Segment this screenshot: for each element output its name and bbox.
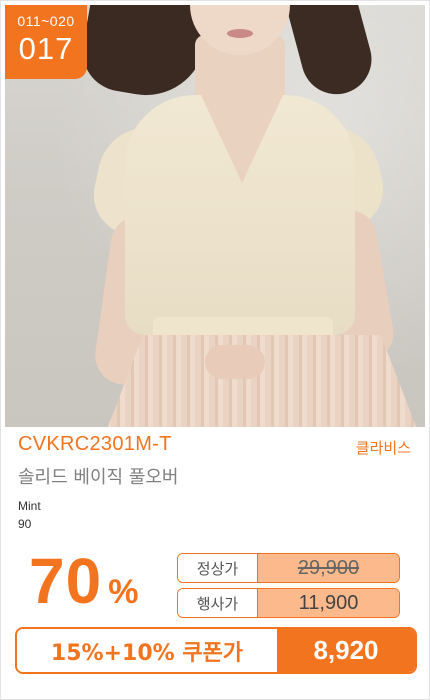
product-name[interactable]: 솔리드 베이직 풀오버 (18, 463, 178, 489)
discount-unit: % (108, 573, 139, 611)
photo-shape (97, 335, 425, 427)
product-color: Mint (18, 499, 41, 513)
regular-price-label: 정상가 (178, 554, 258, 582)
coupon-label: 15%+10% 쿠폰가 (17, 629, 277, 672)
regular-price-box: 29,900 (258, 554, 399, 582)
rank-number: 017 (18, 31, 74, 66)
coupon-price-bar[interactable]: 15%+10% 쿠폰가 8,920 (15, 627, 417, 674)
product-code[interactable]: CVKRC2301M-T (18, 433, 172, 456)
photo-shape (227, 29, 253, 38)
rank-range: 011~020 (17, 13, 75, 29)
discount-rate: 70% (29, 549, 138, 613)
product-size: 90 (18, 517, 32, 531)
discount-value: 70 (29, 545, 103, 617)
rank-badge: 011~020 017 (5, 5, 87, 79)
event-price-value: 11,900 (258, 589, 399, 617)
coupon-price-value: 8,920 (277, 629, 415, 672)
photo-shape (200, 93, 284, 183)
regular-price-value: 29,900 (297, 556, 360, 579)
event-price-row: 행사가 11,900 (177, 588, 400, 618)
regular-price-row: 정상가 29,900 (177, 553, 400, 583)
product-card[interactable]: 011~020 017 CVKRC2301M-T 클라비스 솔리드 베이직 풀오… (0, 0, 430, 700)
brand-name[interactable]: 클라비스 (356, 437, 411, 458)
event-price-label: 행사가 (178, 589, 258, 617)
photo-shape (205, 345, 265, 379)
